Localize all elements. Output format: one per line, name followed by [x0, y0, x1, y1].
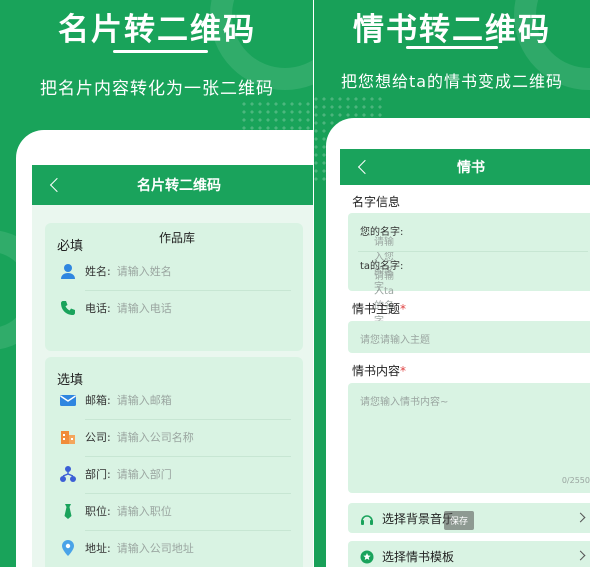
- name-section-title: 名字信息: [352, 195, 401, 209]
- chevron-right-icon: [575, 550, 586, 561]
- department-input[interactable]: 请输入部门: [117, 466, 172, 482]
- company-label: 公司:: [85, 431, 111, 444]
- company-row[interactable]: 公司: 请输入公司名称: [59, 422, 194, 452]
- ta-name-row[interactable]: ta的名字: 请输入ta的名字: [360, 257, 403, 327]
- music-icon: [360, 511, 374, 525]
- position-label: 职位:: [85, 505, 111, 518]
- company-input[interactable]: 请输入公司名称: [117, 429, 194, 445]
- screen-title: 情书: [457, 160, 485, 176]
- back-icon[interactable]: [46, 174, 66, 196]
- address-input[interactable]: 请输入公司地址: [117, 540, 194, 556]
- content-textarea[interactable]: 请您输入情书内容~ 0/2550: [348, 383, 590, 493]
- required-title: 必填: [57, 239, 84, 254]
- email-row[interactable]: 邮箱: 请输入邮箱: [59, 385, 172, 415]
- divider: [85, 419, 291, 420]
- star-icon: [360, 549, 374, 564]
- divider: [358, 251, 588, 252]
- email-label: 邮箱:: [85, 394, 111, 407]
- divider: [85, 530, 291, 531]
- email-input[interactable]: 请输入邮箱: [117, 392, 172, 408]
- phone-frame: 名片转二维码 必填 作品库 姓名: 请输入姓名 电话: 请输入电话 选填 邮箱:…: [16, 130, 314, 567]
- department-label: 部门:: [85, 468, 111, 481]
- hero-subtitle: 把您想给ta的情书变成二维码: [340, 72, 564, 91]
- love-letter-panel: 情书转二维码 把您想给ta的情书变成二维码 情书 名字信息 您的名字: 请输入您…: [314, 0, 590, 567]
- tie-icon: [59, 502, 77, 520]
- hero-underline: [113, 50, 208, 53]
- subject-input[interactable]: 请您请输入主题: [348, 321, 590, 353]
- phone-icon: [59, 299, 77, 317]
- your-name-row[interactable]: 您的名字: 请输入您的名字: [360, 223, 403, 293]
- works-library-label[interactable]: 作品库: [159, 229, 195, 246]
- back-icon[interactable]: [354, 156, 374, 178]
- person-icon: [59, 262, 77, 280]
- name-card: 您的名字: 请输入您的名字 ta的名字: 请输入ta的名字: [348, 213, 590, 327]
- ta-name-input[interactable]: 请输入ta的名字: [374, 267, 403, 327]
- divider: [85, 493, 291, 494]
- building-icon: [59, 428, 77, 446]
- department-row[interactable]: 部门: 请输入部门: [59, 459, 172, 489]
- address-row[interactable]: 地址: 请输入公司地址: [59, 533, 194, 563]
- subject-placeholder: 请您请输入主题: [360, 335, 430, 346]
- content-placeholder: 请您输入情书内容~: [360, 397, 449, 408]
- content-label: 情书内容*: [352, 364, 407, 378]
- position-input[interactable]: 请输入职位: [117, 503, 172, 519]
- navbar: 情书: [340, 149, 590, 185]
- chevron-right-icon: [575, 512, 586, 523]
- navbar: 名片转二维码: [32, 165, 314, 205]
- name-input[interactable]: 请输入姓名: [117, 263, 172, 279]
- phone-row[interactable]: 电话: 请输入电话: [59, 293, 172, 323]
- phone-screen: 情书 名字信息 您的名字: 请输入您的名字 ta的名字: 请输入ta的名字 情书…: [340, 149, 590, 567]
- business-card-panel: 名片转二维码 把名片内容转化为一张二维码 名片转二维码 必填 作品库 姓名: 请…: [0, 0, 314, 567]
- name-row[interactable]: 姓名: 请输入姓名: [59, 256, 172, 286]
- screen-title: 名片转二维码: [137, 178, 221, 194]
- template-option[interactable]: 选择情书模板: [348, 541, 590, 567]
- save-toast: 保存: [444, 511, 475, 530]
- divider: [85, 456, 291, 457]
- template-label: 选择情书模板: [382, 549, 455, 564]
- address-label: 地址:: [85, 542, 111, 555]
- char-counter: 0/2550: [561, 476, 590, 485]
- hero-title: 情书转二维码: [353, 12, 551, 48]
- mail-icon: [59, 391, 77, 409]
- phone-input[interactable]: 请输入电话: [117, 300, 172, 316]
- hero-subtitle: 把名片内容转化为一张二维码: [40, 79, 274, 99]
- location-icon: [59, 539, 77, 557]
- subject-label: 情书主题*: [352, 302, 407, 316]
- phone-screen: 名片转二维码 必填 作品库 姓名: 请输入姓名 电话: 请输入电话 选填 邮箱:…: [32, 165, 314, 567]
- required-card: 必填 作品库 姓名: 请输入姓名 电话: 请输入电话: [45, 223, 303, 351]
- phone-label: 电话:: [85, 302, 111, 315]
- org-icon: [59, 465, 77, 483]
- phone-frame: 情书 名字信息 您的名字: 请输入您的名字 ta的名字: 请输入ta的名字 情书…: [326, 118, 590, 567]
- hero-underline: [406, 46, 498, 49]
- name-label: 姓名:: [85, 265, 111, 278]
- position-row[interactable]: 职位: 请输入职位: [59, 496, 172, 526]
- divider: [85, 290, 291, 291]
- optional-card: 选填 邮箱: 请输入邮箱 公司: 请输入公司名称 部门: 请输入部门 职位: 请…: [45, 357, 303, 567]
- hero-title: 名片转二维码: [58, 12, 256, 48]
